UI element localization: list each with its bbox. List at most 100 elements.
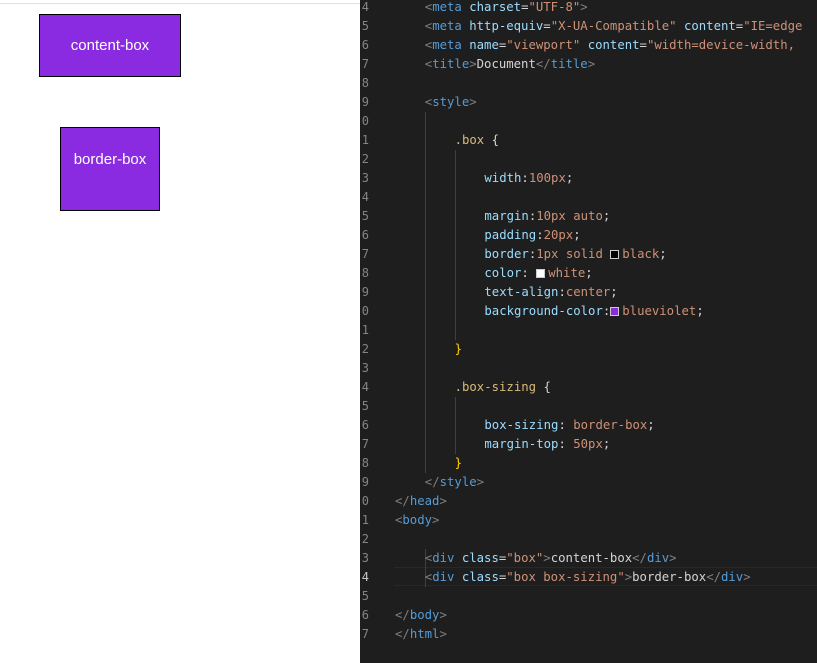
color-swatch-icon[interactable] [536, 269, 546, 278]
line-number: 6 [361, 228, 369, 242]
code-token: : [521, 171, 529, 185]
code-token: </ [395, 608, 410, 622]
code-token: box-sizing [484, 418, 559, 432]
code-token: http-equiv [469, 19, 544, 33]
line-number: 2 [361, 532, 369, 546]
line-number: 4 [361, 190, 369, 204]
code-token: "UTF-8" [528, 0, 581, 14]
code-token: </ [395, 627, 410, 641]
code-token: "box box-sizing" [506, 570, 625, 584]
line-number: 8 [361, 76, 369, 90]
color-swatch-icon[interactable] [610, 250, 620, 259]
code-line: </head> [395, 492, 447, 511]
code-token: ; [565, 171, 574, 185]
code-token: 10px auto [536, 209, 603, 223]
code-token: color [484, 266, 522, 280]
code-token: text-align [484, 285, 559, 299]
line-number: 7 [361, 247, 369, 261]
code-token: style [432, 95, 470, 109]
code-token: style [439, 475, 477, 489]
code-token: > [587, 57, 596, 71]
code-token: body [409, 608, 440, 622]
code-token: class [461, 570, 499, 584]
code-token: white [548, 266, 586, 280]
content-box-label: content-box [70, 37, 150, 54]
border-box-demo: border-box [60, 127, 160, 211]
line-number: 6 [361, 38, 369, 52]
line-number: 7 [361, 437, 369, 451]
code-line: <meta charset="UTF-8"> [425, 0, 588, 17]
code-token: div [646, 551, 670, 565]
code-token: ; [602, 437, 611, 451]
code-token: "IE=edge [743, 19, 803, 33]
code-token: ; [610, 285, 618, 299]
code-line: } [455, 454, 462, 473]
line-number: 5 [361, 209, 369, 223]
code-line: .box-sizing { [455, 378, 551, 397]
code-token: border [484, 247, 529, 261]
code-token: ; [696, 304, 704, 318]
code-token: class [461, 551, 499, 565]
code-line: } [455, 340, 462, 359]
code-token: : [521, 266, 537, 280]
code-token: border-box [632, 570, 707, 584]
code-token: ; [602, 209, 611, 223]
line-number: 4 [361, 380, 369, 394]
line-number: 3 [361, 361, 369, 375]
code-line: margin-top: 50px; [484, 435, 610, 454]
indent-guide-line [454, 150, 456, 340]
line-number: 8 [361, 456, 369, 470]
code-token: background-color [484, 304, 603, 318]
code-token: div [432, 551, 462, 565]
line-number: 3 [361, 551, 369, 565]
code-token: "width=device-width, [646, 38, 796, 52]
code-line: padding:20px; [484, 226, 580, 245]
code-token: = [639, 38, 647, 52]
code-token: "box" [506, 551, 544, 565]
line-number: 0 [361, 494, 369, 508]
code-token: "X-UA-Compatible" [550, 19, 684, 33]
code-token: "viewport" [506, 38, 588, 52]
code-token: > [469, 95, 477, 109]
code-token: </ [706, 570, 721, 584]
code-token: : [558, 285, 566, 299]
code-token: width [484, 171, 522, 185]
code-token: { [491, 133, 500, 147]
code-token: meta [432, 19, 470, 33]
preview-top-border [0, 3, 360, 4]
code-token: meta [432, 38, 470, 52]
code-line: <style> [425, 93, 477, 112]
code-editor[interactable]: 4 5 6 7 8 9 0 1 2 3 4 5 6 7 8 9 0 1 2 3 4 5 6 7 8 9 0 1 2 3 4 5 6 7 <meta… [360, 0, 817, 663]
code-line: box-sizing: border-box; [484, 416, 654, 435]
line-number: 5 [361, 19, 369, 33]
line-number: 6 [361, 608, 369, 622]
line-number: 3 [361, 171, 369, 185]
line-number: 4 [361, 570, 369, 584]
code-token: charset [469, 0, 522, 14]
code-token: border-box [573, 418, 648, 432]
code-line: text-align:center; [484, 283, 617, 302]
code-token: margin [484, 209, 529, 223]
code-token: } [454, 456, 462, 470]
code-token: </ [424, 475, 440, 489]
line-number: 0 [361, 114, 369, 128]
line-number: 5 [361, 589, 369, 603]
code-token: content-box [550, 551, 633, 565]
code-line: </style> [425, 473, 484, 492]
code-token: ; [647, 418, 655, 432]
code-token: 1px solid [536, 247, 611, 261]
code-token: </ [632, 551, 647, 565]
code-token: head [409, 494, 440, 508]
code-token: > [580, 0, 588, 14]
browser-preview-pane: content-box border-box [0, 0, 360, 663]
code-line: .box { [455, 131, 499, 150]
code-token: content [683, 19, 736, 33]
line-number: 7 [361, 57, 369, 71]
code-token: padding [484, 228, 537, 242]
code-line: </html> [395, 625, 447, 644]
line-number: 1 [361, 133, 369, 147]
line-number: 0 [361, 304, 369, 318]
code-token: blueviolet [622, 304, 697, 318]
color-swatch-icon[interactable] [610, 307, 620, 316]
code-line: <title>Document</title> [425, 55, 595, 74]
